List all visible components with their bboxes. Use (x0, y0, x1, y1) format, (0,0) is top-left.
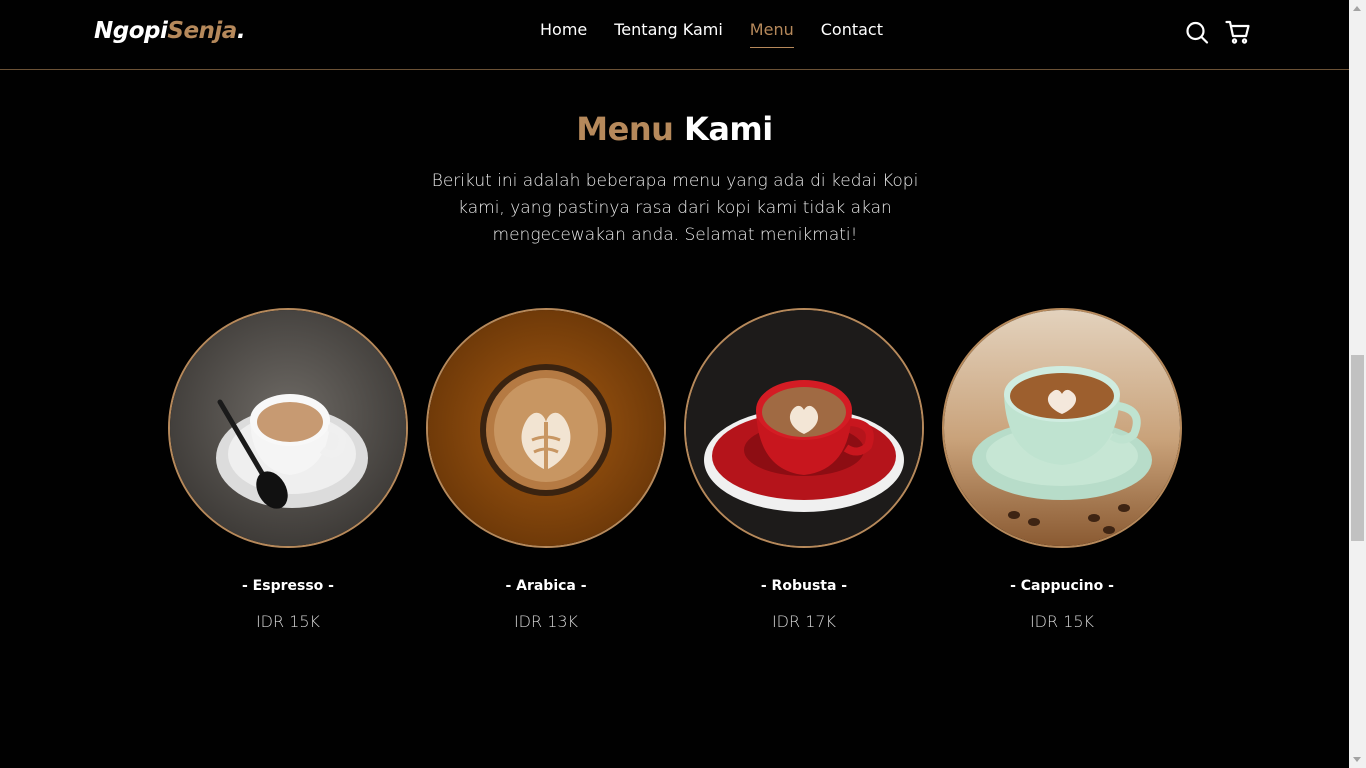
nav-links: Home Tentang Kami Menu Contact (540, 20, 910, 48)
menu-card-arabica: - Arabica - IDR 13K (426, 308, 666, 631)
scroll-down-arrow-icon[interactable] (1353, 757, 1361, 762)
nav-link-contact[interactable]: Contact (821, 20, 883, 48)
robusta-image (684, 308, 924, 548)
search-icon[interactable] (1185, 19, 1209, 45)
section-title-accent: Menu (576, 110, 674, 148)
espresso-image (168, 308, 408, 548)
navbar: NgopiSenja. Home Tentang Kami Menu Conta… (0, 0, 1349, 70)
nav-icons (1185, 19, 1250, 45)
logo-dot: . (236, 18, 246, 44)
nav-link-menu[interactable]: Menu (749, 20, 794, 48)
cappucino-image (942, 308, 1182, 548)
menu-item-price: IDR 13K (513, 612, 579, 631)
scroll-up-arrow-icon[interactable] (1353, 6, 1361, 11)
menu-card-robusta: - Robusta - IDR 17K (684, 308, 924, 631)
logo-main: Ngopi (94, 18, 168, 44)
shopping-cart-icon[interactable] (1225, 19, 1250, 45)
nav-link-tentang-kami[interactable]: Tentang Kami (614, 20, 723, 48)
menu-item-price: IDR 17K (771, 612, 837, 631)
nav-link-home[interactable]: Home (540, 20, 587, 48)
section-description: Berikut ini adalah beberapa menu yang ad… (431, 171, 919, 245)
menu-item-price: IDR 15K (1029, 612, 1095, 631)
menu-card-cappucino: - Cappucino - IDR 15K (942, 308, 1182, 631)
page: NgopiSenja. Home Tentang Kami Menu Conta… (0, 0, 1366, 768)
menu-item-name: - Robusta - (760, 578, 848, 594)
menu-item-name: - Arabica - (505, 578, 587, 594)
menu-card-espresso: - Espresso - IDR 15K (168, 308, 408, 631)
arabica-image (426, 308, 666, 548)
section-title-main: Kami (673, 110, 773, 148)
menu-item-name: - Cappucino - (1010, 578, 1114, 594)
scroll-thumb[interactable] (1351, 355, 1364, 541)
logo[interactable]: NgopiSenja. (94, 18, 246, 44)
page-scrollbar[interactable] (1349, 0, 1366, 768)
section-title: Menu Kami (0, 110, 1349, 148)
menu-item-name: - Espresso - (242, 578, 334, 594)
menu-item-price: IDR 15K (255, 612, 321, 631)
logo-accent: Senja (167, 18, 237, 44)
